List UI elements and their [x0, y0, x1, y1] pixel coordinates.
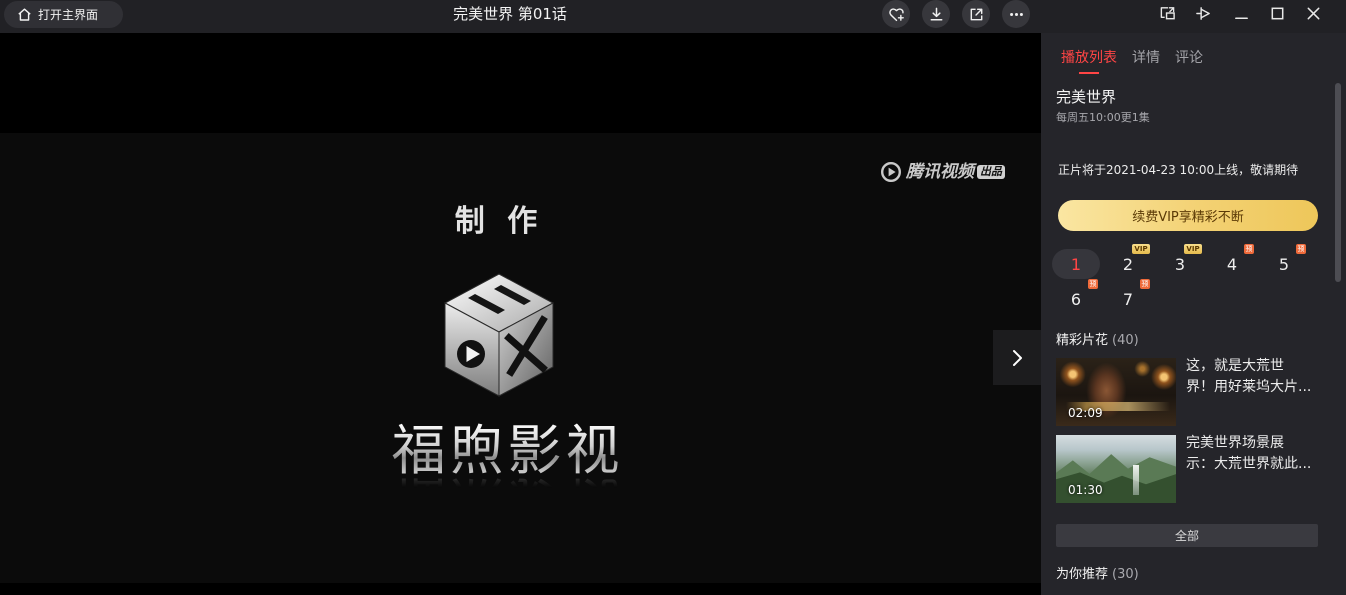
credit-label: 制 作: [454, 204, 544, 239]
preview-badge: 预: [1140, 279, 1150, 289]
episode-number: 1: [1070, 254, 1082, 274]
cube-logo: [443, 273, 555, 397]
title-bar: 打开主界面 完美世界 第01话: [0, 0, 1346, 33]
vip-badge: VIP: [1184, 244, 1202, 254]
episode-number: 4: [1226, 254, 1238, 274]
home-icon: [18, 8, 31, 21]
preview-badge: 预: [1088, 279, 1098, 289]
panel-scrollbar[interactable]: [1335, 83, 1341, 282]
active-tab-indicator: [1079, 72, 1099, 74]
clip-thumbnail[interactable]: 02:09: [1056, 358, 1176, 426]
more-icon: [1009, 12, 1023, 16]
section-title-text: 为你推荐: [1056, 567, 1109, 582]
episode-number: 3: [1174, 254, 1186, 274]
close-button[interactable]: [1301, 1, 1325, 25]
panel-tabs: 播放列表 详情 评论: [1061, 49, 1218, 74]
favorite-button[interactable]: [882, 0, 910, 28]
heart-plus-icon: [888, 7, 904, 21]
update-schedule: 每周五10:00更1集: [1056, 111, 1150, 124]
episode-item[interactable]: 2 VIP: [1104, 244, 1152, 279]
episode-item[interactable]: 7 预: [1104, 279, 1152, 314]
episode-number: 5: [1278, 254, 1290, 274]
window-title: 完美世界 第01话: [453, 5, 567, 23]
clip-item[interactable]: 02:09 这，就是大荒世 界！用好莱坞大片...: [1056, 358, 1331, 426]
view-all-button[interactable]: 全部: [1056, 524, 1318, 547]
external-link-icon: [970, 8, 982, 20]
clip-thumbnail[interactable]: 01:30: [1056, 435, 1176, 503]
episode-item[interactable]: 4 预: [1208, 244, 1256, 279]
watermark-brand: 腾讯视频: [906, 161, 974, 182]
chevron-right-icon: [1013, 349, 1022, 366]
player-window: 打开主界面 完美世界 第01话 腾讯视频 出品 制 作 福煦影视 播放列表 详情…: [0, 0, 1346, 595]
episode-number: 7: [1122, 289, 1134, 309]
tab-label: 详情: [1132, 50, 1160, 66]
more-button[interactable]: [1002, 0, 1030, 28]
clip-title-line: 界！用好莱坞大片...: [1186, 379, 1312, 395]
episode-list: 1 2 VIP 3 VIP 4 预 5 预 6 预 7 预: [1052, 244, 1312, 314]
clip-title-line: 示：大荒世界就此...: [1186, 456, 1312, 472]
clip-duration: 01:30: [1068, 483, 1103, 497]
section-count: (40): [1112, 333, 1139, 348]
clip-title-line: 完美世界场景展: [1186, 435, 1284, 451]
section-count: (30): [1112, 567, 1139, 582]
episode-item[interactable]: 3 VIP: [1156, 244, 1204, 279]
open-home-label: 打开主界面: [38, 7, 99, 22]
watermark-badge: 出品: [977, 164, 1005, 179]
studio-name: 福煦影视: [385, 422, 630, 480]
vip-badge: VIP: [1132, 244, 1150, 254]
mini-player-button[interactable]: [1155, 1, 1179, 25]
clip-duration: 02:09: [1068, 406, 1103, 420]
episode-item[interactable]: 1: [1052, 249, 1100, 279]
show-title: 完美世界: [1056, 88, 1117, 106]
maximize-button[interactable]: [1265, 1, 1289, 25]
maximize-icon: [1271, 7, 1283, 19]
share-button[interactable]: [962, 0, 990, 28]
clip-title-line: 这，就是大荒世: [1186, 358, 1284, 374]
episode-number: 6: [1070, 289, 1082, 309]
close-icon: [1307, 7, 1319, 19]
episode-item[interactable]: 6 预: [1052, 279, 1100, 314]
tencent-video-watermark: 腾讯视频 出品: [880, 160, 1005, 183]
tab-comments[interactable]: 评论: [1175, 49, 1203, 67]
renew-vip-button[interactable]: 续费VIP享精彩不断: [1058, 200, 1318, 231]
pin-icon: [1195, 6, 1210, 20]
preview-badge: 预: [1244, 244, 1254, 254]
release-notice: 正片将于2021-04-23 10:00上线，敬请期待: [1058, 163, 1299, 177]
minimize-button[interactable]: [1229, 1, 1253, 25]
picture-in-picture-icon: [1160, 6, 1175, 19]
pin-button[interactable]: [1191, 1, 1215, 25]
episode-number: 2: [1122, 254, 1134, 274]
open-home-button[interactable]: 打开主界面: [4, 1, 123, 28]
download-button[interactable]: [922, 0, 950, 28]
download-icon: [930, 7, 942, 21]
next-button[interactable]: [993, 330, 1041, 385]
section-title-text: 精彩片花: [1056, 333, 1109, 348]
clip-item[interactable]: 01:30 完美世界场景展 示：大荒世界就此...: [1056, 435, 1331, 503]
episode-item[interactable]: 5 预: [1260, 244, 1308, 279]
thumbnail-art: [1132, 465, 1139, 495]
tab-playlist[interactable]: 播放列表: [1061, 49, 1117, 74]
minimize-icon: [1234, 16, 1248, 19]
side-panel: 播放列表 详情 评论 完美世界 每周五10:00更1集 正片将于2021-04-…: [1041, 33, 1346, 595]
preview-badge: 预: [1296, 244, 1306, 254]
tab-label: 播放列表: [1061, 50, 1117, 66]
tab-label: 评论: [1175, 50, 1203, 66]
recommend-section-title: 为你推荐 (30): [1056, 566, 1139, 584]
video-player[interactable]: 腾讯视频 出品 制 作 福煦影视: [0, 33, 1041, 595]
clip-title[interactable]: 这，就是大荒世 界！用好莱坞大片...: [1186, 356, 1326, 398]
clip-title[interactable]: 完美世界场景展 示：大荒世界就此...: [1186, 433, 1326, 475]
tab-details[interactable]: 详情: [1132, 49, 1160, 67]
clips-section-title: 精彩片花 (40): [1056, 332, 1139, 350]
tencent-video-logo: [880, 161, 902, 182]
